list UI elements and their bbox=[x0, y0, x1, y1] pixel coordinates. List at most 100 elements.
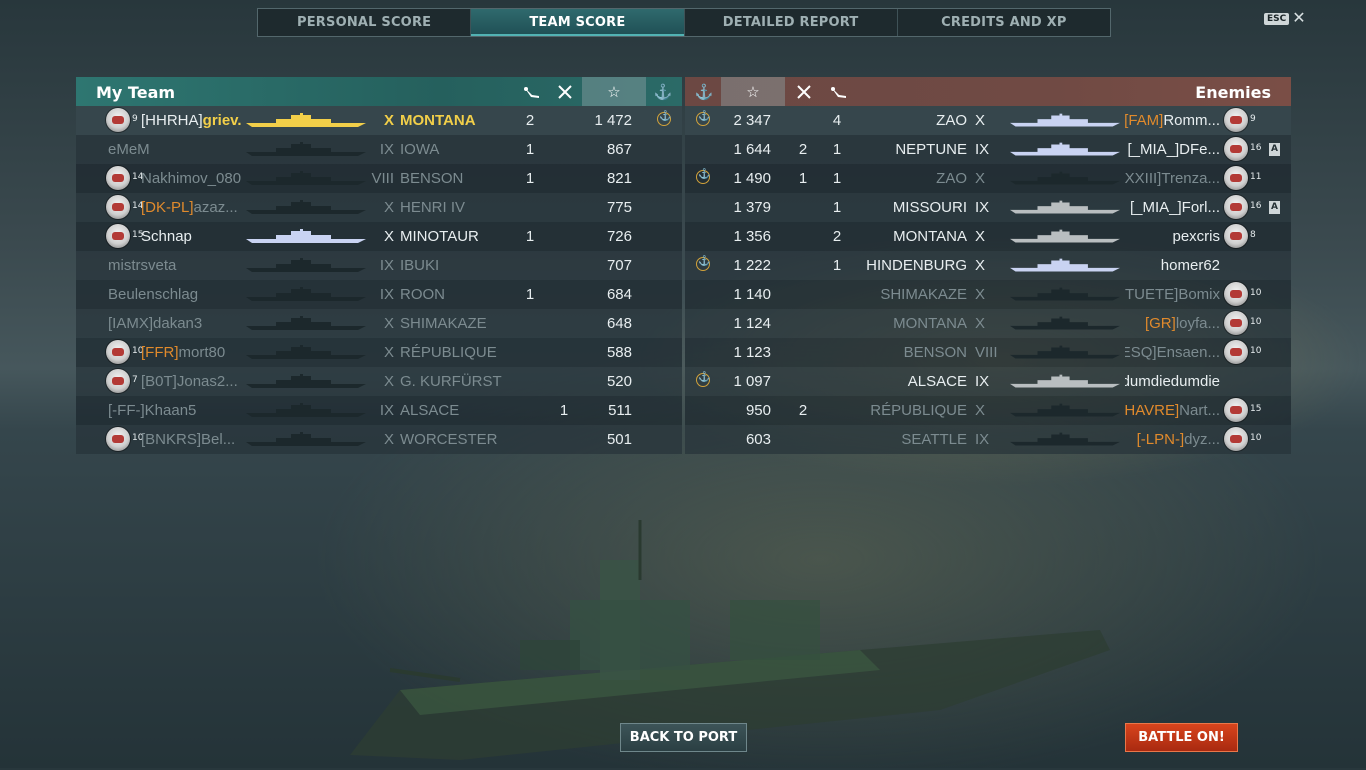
ship-tier: VIII bbox=[371, 170, 394, 187]
close-results-button[interactable]: ESC ✕ bbox=[1264, 11, 1306, 27]
rank-number: 8 bbox=[1250, 230, 1256, 240]
tab-personal-score[interactable]: PERSONAL SCORE bbox=[258, 9, 472, 36]
star-icon: ☆ bbox=[721, 77, 785, 106]
ship-silhouette-icon bbox=[1010, 258, 1120, 274]
player-name: pexcris bbox=[1172, 228, 1220, 245]
player-name: Ensaen... bbox=[1156, 344, 1220, 361]
table-row[interactable]: 1 222 1 HINDENBURG Xhomer62 bbox=[685, 251, 1291, 280]
table-row[interactable]: 14 Nakhimov_080 VIII BENSON 1 821 bbox=[76, 164, 682, 193]
score-value: 1 124 bbox=[733, 315, 771, 332]
ship-tier: IX bbox=[379, 257, 394, 274]
anchor-emblem-icon: ⚓ bbox=[694, 83, 714, 101]
planes-value bbox=[550, 222, 578, 251]
score-value: 1 222 bbox=[733, 257, 771, 274]
clan-tag: [-LPN-] bbox=[1136, 431, 1185, 448]
clan-tag: [DK-PL] bbox=[141, 199, 194, 216]
ship-name: MINOTAUR bbox=[400, 228, 479, 245]
score-value: 501 bbox=[606, 431, 632, 448]
anchor-emblem-icon bbox=[696, 111, 710, 126]
table-row[interactable]: 10 [BNKRS] Bel... X WORCESTER 501 bbox=[76, 425, 682, 454]
table-row[interactable]: eMeM IX IOWA 1 867 bbox=[76, 135, 682, 164]
ship-silhouette-icon bbox=[246, 113, 366, 129]
rank-number: 16 bbox=[1250, 143, 1262, 153]
table-row[interactable]: 9[HHRHA]griev... X MONTANA 2 1 472 bbox=[76, 106, 682, 135]
ship-name: ROON bbox=[400, 286, 445, 303]
player-name: mistrsveta bbox=[108, 257, 177, 274]
table-row[interactable]: Beulenschlag IX ROON 1 684 bbox=[76, 280, 682, 309]
kills-value bbox=[823, 338, 851, 367]
ship-name: ALSACE bbox=[400, 402, 460, 419]
tab-credits-and-xp[interactable]: CREDITS AND XP bbox=[898, 9, 1110, 36]
table-row[interactable]: 1 140 SHIMAKAZE X [TUETE] Bomix 10 bbox=[685, 280, 1291, 309]
player-name: Schnap bbox=[141, 228, 192, 245]
rank-skull-badge-icon bbox=[1224, 224, 1248, 248]
player-name: homer62 bbox=[1160, 257, 1220, 274]
division-a-icon: A bbox=[1269, 143, 1280, 156]
table-row[interactable]: 1 379 1 MISSOURI IX [_MIA_] Forl... 16 A bbox=[685, 193, 1291, 222]
kills-value bbox=[516, 396, 544, 425]
table-row[interactable]: 7 [B0T] Jonas2... X G. KURFÜRST 520 bbox=[76, 367, 682, 396]
score-value: 1 472 bbox=[594, 112, 632, 129]
division-a-icon: A bbox=[1269, 201, 1280, 214]
ship-tier: VIII bbox=[975, 344, 998, 361]
planes-value bbox=[550, 338, 578, 367]
player-name-cell: [DESQ]Ensaen... bbox=[1125, 338, 1220, 367]
ship-tier: X bbox=[383, 228, 394, 245]
clan-tag: [IAMX] bbox=[108, 315, 154, 332]
table-row[interactable]: 2 347 4 ZAO X [FAM]Romm... 9 bbox=[685, 106, 1291, 135]
player-name: eMeM bbox=[108, 141, 150, 158]
ship-name: BENSON bbox=[400, 170, 464, 187]
table-row[interactable]: [-FF-] Khaan5 IX ALSACE 1 511 bbox=[76, 396, 682, 425]
clan-tag: [GR] bbox=[1144, 315, 1176, 332]
kills-value: 4 bbox=[832, 112, 842, 129]
ship-name: IOWA bbox=[400, 141, 440, 158]
table-row[interactable]: 1 124 MONTANA X [GR] loyfa... 10 bbox=[685, 309, 1291, 338]
rank-skull-badge-icon bbox=[1224, 340, 1248, 364]
tab-team-score[interactable]: TEAM SCORE bbox=[471, 9, 685, 36]
my-team-panel: My Team ☆ ⚓ 9[HHRHA]griev... X MONTANA 2 1 4… bbox=[76, 77, 682, 454]
rank-number: 15 bbox=[1250, 404, 1262, 414]
ship-silhouette-icon bbox=[246, 432, 366, 448]
ship-silhouette-icon bbox=[1010, 316, 1120, 332]
anchor-emblem-icon bbox=[696, 256, 710, 271]
table-row[interactable]: 1 356 2 MONTANA Xpexcris 8 bbox=[685, 222, 1291, 251]
score-value: 648 bbox=[606, 315, 632, 332]
kills-value bbox=[516, 193, 544, 222]
player-name-cell: dumdiedumdie bbox=[1125, 367, 1220, 396]
table-row[interactable]: 1 644 2 1 NEPTUNE IX [_MIA_] DFe... 16 A bbox=[685, 135, 1291, 164]
clan-tag: [-FF-] bbox=[108, 402, 145, 419]
ship-silhouette-icon bbox=[246, 374, 366, 390]
player-name: loyfa... bbox=[1175, 315, 1220, 332]
score-value: 707 bbox=[606, 257, 632, 274]
ship-silhouette-icon bbox=[246, 345, 366, 361]
table-row[interactable]: [IAMX] dakan3 X SHIMAKAZE 648 bbox=[76, 309, 682, 338]
player-name: Romm... bbox=[1163, 112, 1220, 129]
close-icon[interactable]: ✕ bbox=[1292, 11, 1305, 27]
table-row[interactable]: 950 2 RÉPUBLIQUE X [HAVRE] Nart... 15 bbox=[685, 396, 1291, 425]
rank-skull-badge-icon bbox=[1224, 108, 1248, 132]
battle-on-button[interactable]: BATTLE ON! bbox=[1125, 723, 1238, 752]
table-row[interactable]: 15 Schnap X MINOTAUR 1 726 bbox=[76, 222, 682, 251]
table-row[interactable]: 1 097 ALSACE IX dumdiedumdie bbox=[685, 367, 1291, 396]
planes-value bbox=[550, 367, 578, 396]
player-name-cell: [FFR] mort80 bbox=[141, 338, 241, 367]
rank-skull-badge-icon bbox=[1224, 311, 1248, 335]
score-value: 726 bbox=[606, 228, 632, 245]
table-row[interactable]: 1 49011ZAOX[XXIII]Trenza...11 bbox=[685, 164, 1291, 193]
table-row[interactable]: 14 [DK-PL] azaz... X HENRI IV 775 bbox=[76, 193, 682, 222]
kills-value bbox=[516, 309, 544, 338]
table-row[interactable]: 1 123 BENSON VIII [DESQ]Ensaen... 10 bbox=[685, 338, 1291, 367]
rank-skull-badge-icon bbox=[106, 166, 130, 190]
table-row[interactable]: 603 SEATTLE IX [-LPN-] dyz... 10 bbox=[685, 425, 1291, 454]
ship-silhouette-icon bbox=[1010, 229, 1120, 245]
kills-value: 1 bbox=[525, 286, 535, 303]
ship-tier: IX bbox=[975, 373, 990, 390]
table-row[interactable]: 10 [FFR] mort80 X RÉPUBLIQUE 588 bbox=[76, 338, 682, 367]
kills-value bbox=[823, 367, 851, 396]
rank-skull-badge-icon bbox=[1224, 398, 1248, 422]
rank-skull-badge-icon bbox=[106, 224, 130, 248]
back-to-port-button[interactable]: BACK TO PORT bbox=[620, 723, 747, 752]
player-name-cell: [XXIII]Trenza... bbox=[1125, 164, 1220, 193]
table-row[interactable]: mistrsveta IX IBUKI 707 bbox=[76, 251, 682, 280]
tab-detailed-report[interactable]: DETAILED REPORT bbox=[685, 9, 898, 36]
